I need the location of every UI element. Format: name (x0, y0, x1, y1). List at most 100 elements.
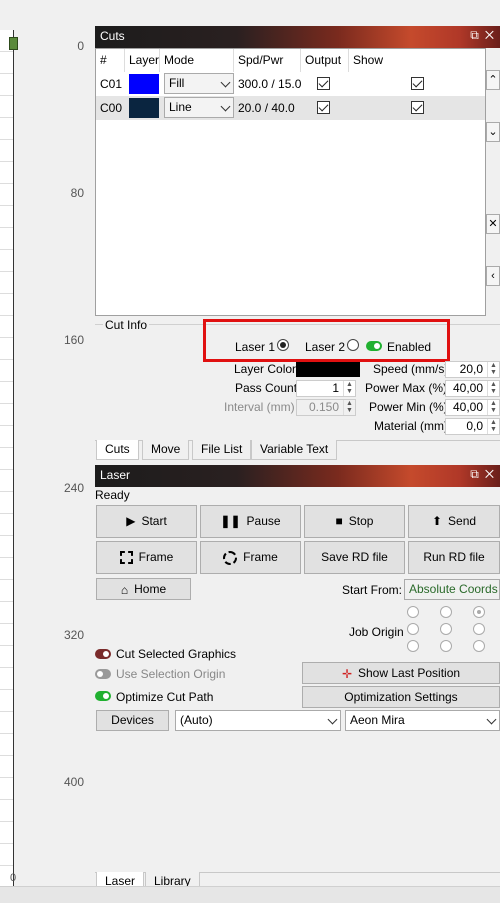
run-rd-file-button[interactable]: Run RD file (408, 541, 500, 574)
power-min-input[interactable]: 40,00 ▲ ▼ (445, 399, 500, 416)
layer-color-swatch[interactable] (296, 362, 360, 377)
stop-label: Stop (348, 514, 374, 528)
origin-radio-bl[interactable] (407, 640, 419, 652)
device-port-value: (Auto) (180, 713, 213, 727)
home-label: Home (134, 582, 167, 596)
frame-circle-button[interactable]: Frame (200, 541, 301, 574)
origin-radio-mc[interactable] (440, 623, 452, 635)
pass-count-value: 1 (332, 381, 339, 395)
interval-input[interactable]: 0.150 ▲ ▼ (296, 399, 356, 416)
show-checkbox[interactable] (411, 101, 424, 114)
spin-arrows-icon[interactable]: ▲ ▼ (487, 381, 499, 396)
device-name-value: Aeon Mira (350, 713, 405, 727)
origin-radio-tl[interactable] (407, 606, 419, 618)
layer-color-swatch[interactable] (129, 98, 159, 118)
pause-button[interactable]: ❚❚ Pause (200, 505, 301, 538)
crosshair-icon: ✛ (341, 666, 352, 681)
device-name-select[interactable]: Aeon Mira (345, 710, 500, 731)
start-button[interactable]: ▶ Start (96, 505, 197, 538)
output-checkbox[interactable] (317, 101, 330, 114)
chevron-down-icon (486, 714, 497, 725)
material-input[interactable]: 0,0 ▲ ▼ (445, 418, 500, 435)
stop-button[interactable]: ■ Stop (304, 505, 405, 538)
spd-pwr-value: 20.0 / 40.0 (238, 101, 295, 115)
mode-select[interactable]: Line (164, 97, 234, 118)
spin-arrows-icon[interactable]: ▲ ▼ (487, 362, 499, 377)
origin-radio-ml[interactable] (407, 623, 419, 635)
origin-radio-bc[interactable] (440, 640, 452, 652)
float-icon[interactable]: ⧉ (470, 28, 485, 42)
cut-row-c00[interactable]: C00 Line 20.0 / 40.0 (96, 96, 485, 120)
stop-icon: ■ (335, 514, 343, 529)
optimize-cut-path-toggle[interactable] (95, 691, 111, 701)
laser2-label: Laser 2 (305, 340, 346, 354)
start-from-select[interactable]: Absolute Coords (404, 579, 500, 600)
delete-layer-button[interactable]: ✕ (486, 214, 500, 234)
origin-radio-br[interactable] (473, 640, 485, 652)
origin-radio-mr[interactable] (473, 623, 485, 635)
tab-cuts[interactable]: Cuts (96, 440, 139, 460)
devices-button[interactable]: Devices (96, 710, 169, 731)
spin-arrows-icon[interactable]: ▲ ▼ (487, 400, 499, 415)
start-from-label: Start From: (342, 583, 403, 597)
show-last-position-button[interactable]: ✛ Show Last Position (302, 662, 500, 684)
close-icon[interactable]: ✕ (485, 28, 500, 42)
pass-count-input[interactable]: 1 ▲ ▼ (296, 380, 356, 397)
power-max-input[interactable]: 40,00 ▲ ▼ (445, 380, 500, 397)
spin-arrows-icon[interactable]: ▲ ▼ (487, 419, 499, 434)
laser1-label: Laser 1 (235, 340, 276, 354)
laser2-radio[interactable] (347, 339, 359, 351)
ruler-tick: 240 (63, 481, 84, 495)
float-icon[interactable]: ⧉ (470, 467, 485, 481)
laser-status: Ready (95, 488, 130, 502)
save-rd-file-button[interactable]: Save RD file (304, 541, 405, 574)
origin-radio-tr[interactable] (473, 606, 485, 618)
design-canvas[interactable] (0, 30, 14, 886)
use-selection-origin-toggle[interactable] (95, 669, 111, 679)
close-icon[interactable]: ✕ (485, 467, 500, 481)
ruler-tick: 80 (70, 186, 84, 200)
spin-arrows-icon[interactable]: ▲ ▼ (343, 381, 355, 396)
show-checkbox[interactable] (411, 77, 424, 90)
column-header[interactable]: Mode (160, 49, 234, 72)
move-down-button[interactable]: ⌄ (486, 122, 500, 142)
home-button[interactable]: ⌂ Home (96, 578, 191, 600)
status-bar (0, 886, 500, 903)
tab-move[interactable]: Move (142, 440, 190, 460)
column-header[interactable]: # (96, 49, 125, 72)
cut-selected-label: Cut Selected Graphics (116, 647, 237, 661)
start-label: Start (141, 514, 167, 528)
upload-arrow-icon: ⬆ (431, 514, 443, 529)
mode-select[interactable]: Fill (164, 73, 234, 94)
column-header[interactable]: Show (349, 49, 399, 72)
column-header[interactable]: Spd/Pwr (234, 49, 301, 72)
cut-selected-toggle[interactable] (95, 649, 111, 659)
chevron-down-icon (220, 77, 231, 88)
send-button[interactable]: ⬆ Send (408, 505, 500, 538)
laser1-radio[interactable] (277, 339, 289, 351)
collapse-button[interactable]: ‹ (486, 266, 500, 286)
power-max-value: 40,00 (452, 381, 483, 395)
spin-arrows-icon[interactable]: ▲ ▼ (343, 400, 355, 415)
interval-label: Interval (mm) (224, 400, 295, 414)
tab-variable-text[interactable]: Variable Text (251, 440, 338, 460)
optimization-settings-button[interactable]: Optimization Settings (302, 686, 500, 708)
column-header[interactable]: Layer (125, 49, 160, 72)
pause-icon: ❚❚ (220, 514, 241, 529)
speed-input[interactable]: 20,0 ▲ ▼ (445, 361, 500, 378)
move-up-button[interactable]: ⌃ (486, 70, 500, 90)
enabled-toggle[interactable] (366, 341, 382, 351)
cut-info-title: Cut Info (103, 318, 150, 332)
output-checkbox[interactable] (317, 77, 330, 90)
use-selection-origin-label: Use Selection Origin (116, 667, 226, 681)
column-header[interactable]: Output (301, 49, 349, 72)
origin-radio-tc[interactable] (440, 606, 452, 618)
cut-id: C00 (100, 101, 123, 115)
cut-row-c01[interactable]: C01 Fill 300.0 / 15.0 (96, 72, 485, 96)
tab-file-list[interactable]: File List (192, 440, 252, 460)
power-min-value: 40,00 (452, 400, 483, 414)
job-origin-label: Job Origin (349, 625, 404, 639)
device-port-select[interactable]: (Auto) (175, 710, 341, 731)
layer-color-swatch[interactable] (129, 74, 159, 94)
frame-button[interactable]: Frame (96, 541, 197, 574)
